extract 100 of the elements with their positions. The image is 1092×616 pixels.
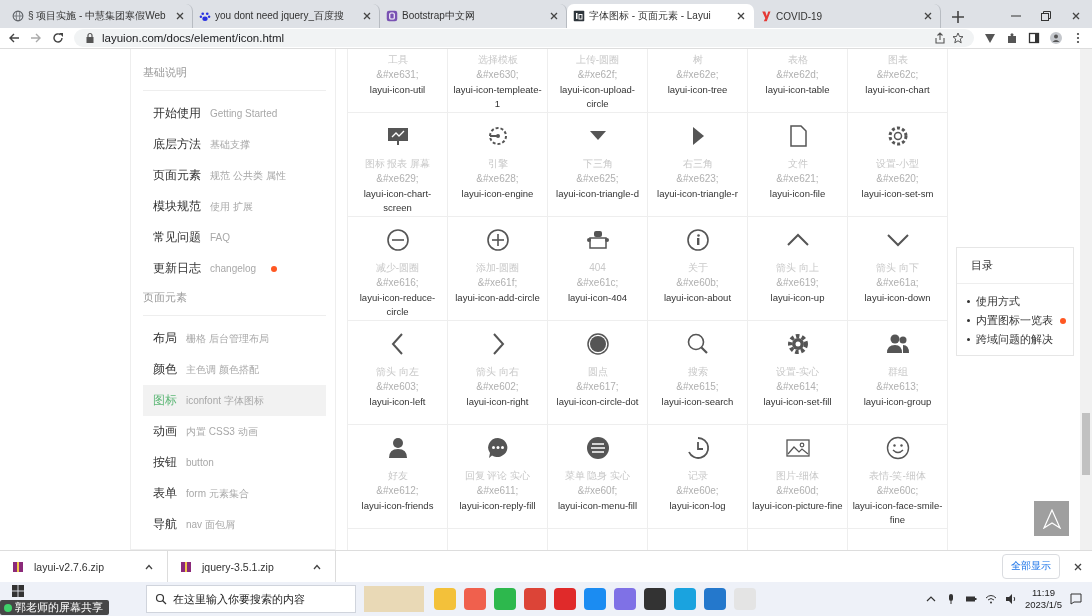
sidebar-item[interactable]: 动画 内置 CSS3 动画 <box>143 416 326 447</box>
browser-tab[interactable]: 字体图标 - 页面元素 - Layui <box>567 4 754 28</box>
sidebar-item-subtitle: 内置 CSS3 动画 <box>186 424 258 439</box>
icon-class: layui-icon-set-fill <box>762 395 833 409</box>
logo-icon <box>386 10 398 22</box>
browser-icon[interactable] <box>524 588 546 610</box>
icon-class: layui-icon-about <box>662 291 733 305</box>
icon-code: &#xe62f; <box>577 68 618 82</box>
reload-icon[interactable] <box>52 32 64 44</box>
icon-class: layui-icon-circle-dot <box>555 395 640 409</box>
icon-code: &#xe617; <box>576 380 619 394</box>
show-all-button[interactable]: 全部显示 <box>1002 554 1060 579</box>
side-panel-icon[interactable] <box>1028 32 1040 44</box>
icon-class: layui-icon-log <box>668 499 727 513</box>
sidebar-item[interactable]: 页面元素 规范 公共类 属性 <box>143 160 326 191</box>
icon-code: &#xe62e; <box>676 68 719 82</box>
scrollbar[interactable] <box>1080 49 1092 550</box>
icon-class: layui-icon-group <box>862 395 933 409</box>
icon-class: layui-icon-table <box>764 83 831 97</box>
plus-circle-icon <box>485 228 510 252</box>
sidebar-item-subtitle: nav 面包屑 <box>186 517 235 532</box>
taskbar-clock[interactable]: 11:19 2023/1/5 <box>1025 587 1062 611</box>
icon-class: layui-icon-triangle-d <box>555 187 640 201</box>
profile-avatar-icon[interactable] <box>1050 32 1062 44</box>
restore-icon[interactable] <box>1040 10 1052 22</box>
icon-code: &#xe60e; <box>676 484 719 498</box>
bullet-icon <box>967 319 970 322</box>
sidebar-item-label: 表单 <box>153 486 177 501</box>
arrow-up-icon <box>1042 508 1061 529</box>
wifi-icon[interactable] <box>985 593 997 605</box>
toc-link[interactable]: 跨域问题的解决 <box>976 332 1053 347</box>
icon-class: layui-icon-up <box>769 291 826 305</box>
share-icon[interactable] <box>934 32 946 44</box>
scrollbar-thumb[interactable] <box>1082 413 1090 475</box>
sidebar-item-label: 颜色 <box>153 362 177 377</box>
sidebar-item-subtitle: form 元素集合 <box>186 486 249 501</box>
close-icon[interactable] <box>361 10 373 22</box>
sidebar-item[interactable]: 模块规范 使用 扩展 <box>143 191 326 222</box>
sidebar-item[interactable]: 更新日志 changelog <box>143 253 326 284</box>
icon-class: layui-icon-file <box>768 187 827 201</box>
sidebar-item-label: 按钮 <box>153 455 177 470</box>
icon-code: &#xe603; <box>376 380 419 394</box>
close-icon[interactable] <box>922 10 934 22</box>
sidebar-item[interactable]: 表单 form 元素集合 <box>143 478 326 509</box>
app-icon[interactable] <box>644 588 666 610</box>
icon-code: &#xe60d; <box>776 484 819 498</box>
close-icon[interactable] <box>174 10 186 22</box>
icon-code: &#xe60b; <box>676 276 719 290</box>
app-icon[interactable] <box>704 588 726 610</box>
toc-link[interactable]: 内置图标一览表 <box>976 313 1053 328</box>
speaker-icon[interactable] <box>1005 593 1017 605</box>
toc-title: 目录 <box>957 248 1073 284</box>
sidebar-heading: 页面元素 <box>143 284 326 316</box>
sidebar-item-subtitle: changelog <box>210 263 257 274</box>
browser-tab[interactable]: you dont need jquery_百度搜 <box>193 4 380 28</box>
sidebar-item[interactable]: 导航 nav 面包屑 <box>143 509 326 540</box>
logo-icon <box>760 10 772 22</box>
globe-icon <box>12 10 24 22</box>
address-field[interactable]: layuion.com/docs/element/icon.html <box>74 29 974 47</box>
clock-icon <box>685 436 710 460</box>
close-window-icon[interactable] <box>1070 10 1082 22</box>
search-field[interactable]: 在这里输入你要搜索的内容 <box>146 585 356 613</box>
info-icon <box>685 228 710 252</box>
icon-code: &#xe619; <box>776 276 819 290</box>
sidebar-item[interactable]: 常见问题 FAQ <box>143 222 326 253</box>
icon-code: &#xe630; <box>476 68 519 82</box>
bullet-icon <box>967 300 970 303</box>
windows-start-icon[interactable] <box>12 585 24 597</box>
sidebar-item[interactable]: 底层方法 基础支撑 <box>143 129 326 160</box>
browser-tab[interactable]: § 项目实施 - 中慧集团寒假Web <box>6 4 193 28</box>
smiley-icon <box>885 436 910 460</box>
icon-class: layui-icon-left <box>368 395 427 409</box>
sidebar-item[interactable]: 布局 栅格 后台管理布局 <box>143 323 326 354</box>
icon-code: &#xe629; <box>376 172 419 186</box>
sidebar-item-label: 图标 <box>153 393 177 408</box>
browser-tab[interactable]: COVID-19 <box>754 4 941 28</box>
sidebar-item-subtitle: 栅格 后台管理布局 <box>186 331 269 346</box>
icon-code: &#xe611; <box>476 484 519 498</box>
sidebar-item-label: 常见问题 <box>153 230 201 245</box>
toc-link[interactable]: 使用方式 <box>976 294 1020 309</box>
icon-code: &#xe61f; <box>477 276 518 290</box>
icon-class: layui-icon-tree <box>666 83 729 97</box>
sidebar-item[interactable]: 按钮 button <box>143 447 326 478</box>
close-icon[interactable] <box>548 10 560 22</box>
sidebar-item-subtitle: FAQ <box>210 232 230 243</box>
close-icon[interactable] <box>735 10 747 22</box>
notification-icon[interactable] <box>1070 593 1082 605</box>
back-arrow-icon[interactable] <box>8 32 20 44</box>
icon-class: layui-icon-menu-fill <box>556 499 639 513</box>
sidebar-heading: 基础说明 <box>143 59 326 91</box>
icon-class: layui-icon-picture-fine <box>751 499 844 513</box>
icon-class: layui-icon-reduce-circle <box>358 291 437 319</box>
screen-share-badge: 郭老师的屏幕共享 <box>0 600 109 615</box>
sidebar-item[interactable]: 开始使用 Getting Started <box>143 98 326 129</box>
extension-v-icon[interactable] <box>984 32 996 44</box>
icon-code: &#xe623; <box>676 172 719 186</box>
star-icon[interactable] <box>952 32 964 44</box>
puzzle-icon[interactable] <box>1006 32 1018 44</box>
icon-class: layui-icon-down <box>863 291 932 305</box>
sidebar-item[interactable]: 颜色 主色调 颜色搭配 <box>143 354 326 385</box>
